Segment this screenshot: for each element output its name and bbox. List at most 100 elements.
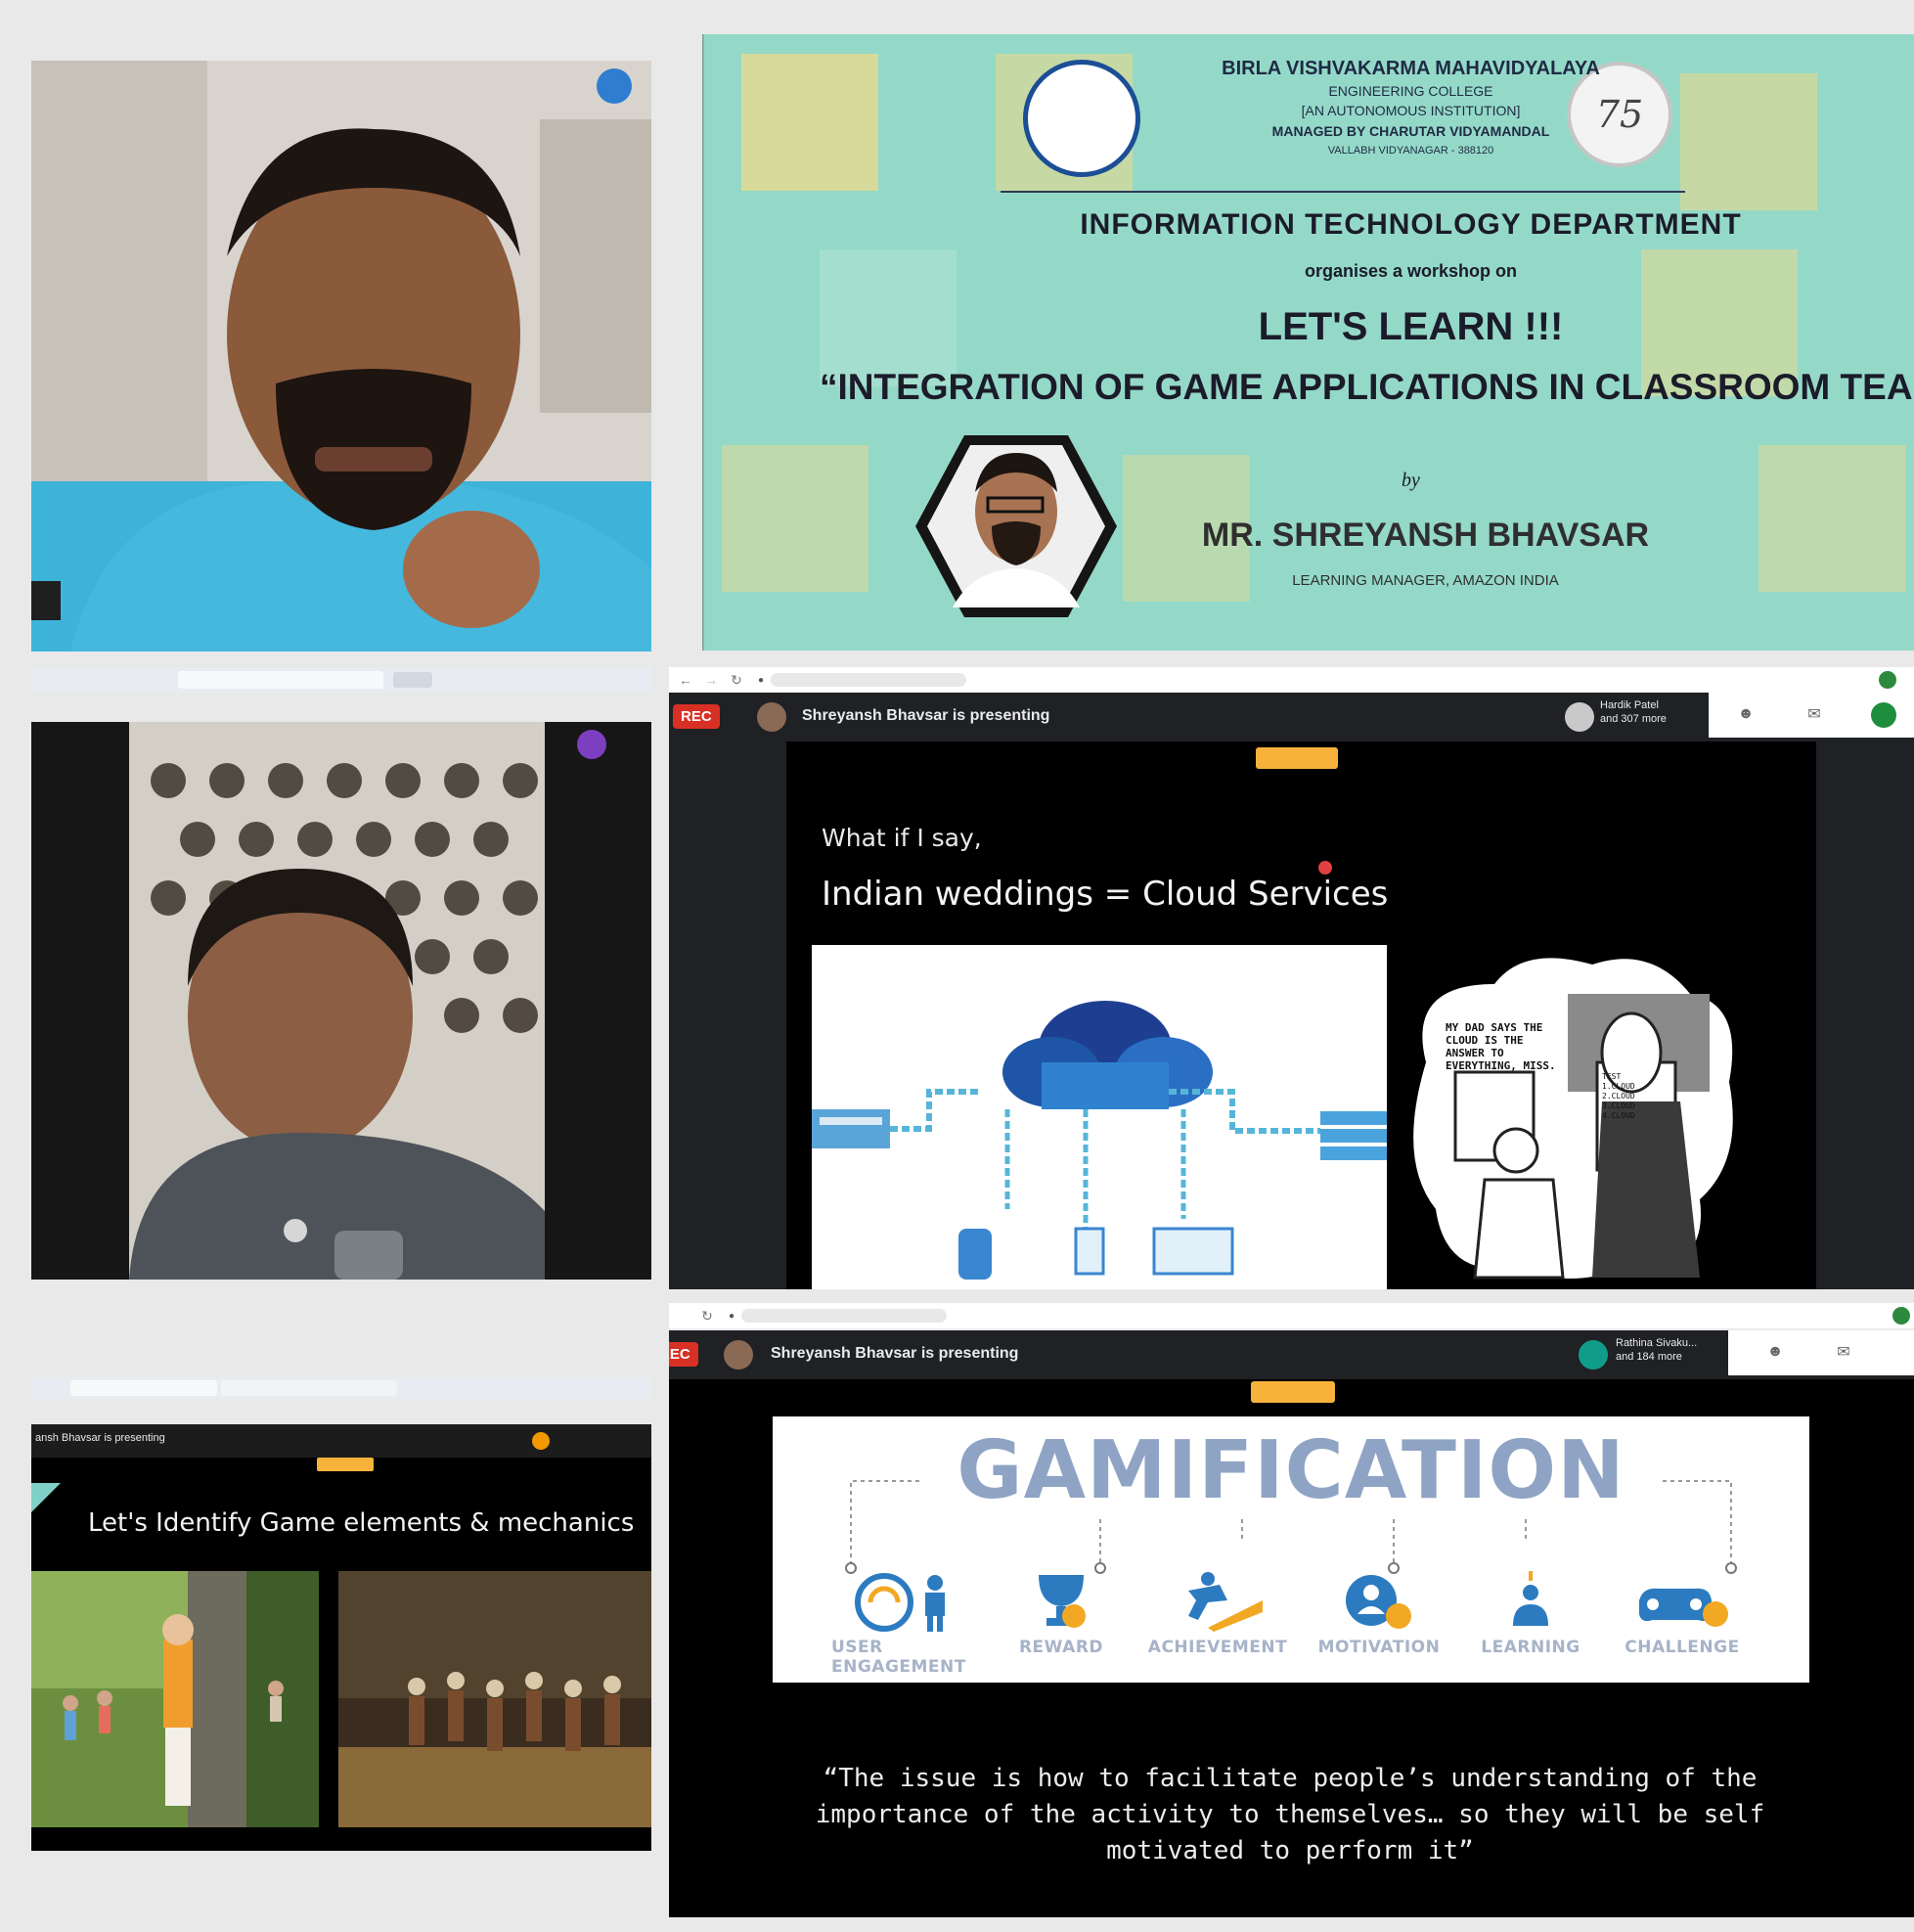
game-elements-title: Let's Identify Game elements & mechanics (88, 1508, 635, 1538)
presenting-label-small: ansh Bhavsar is presenting (35, 1432, 165, 1444)
video-frame-person-1 (31, 61, 651, 651)
participant-avatar (1579, 1340, 1608, 1370)
profile-avatar[interactable] (1879, 671, 1896, 689)
lets-learn-heading: LET'S LEARN !!! (1258, 305, 1564, 348)
learning-icon (1513, 1571, 1548, 1626)
slide-line-2: Indian weddings = Cloud Services (822, 875, 1389, 914)
gamification-quote: “The issue is how to facilitate people’s… (815, 1764, 1765, 1865)
cartoon-speech-text: MY DAD SAYS THE CLOUD IS THE ANSWER TO E… (1446, 1021, 1556, 1072)
presenting-label: Shreyansh Bhavsar is presenting (771, 1345, 1019, 1362)
browser-url-bar-mid-right[interactable]: ← → ↻ ● (669, 667, 1914, 693)
speaker-role: LEARNING MANAGER, AMAZON INDIA (1292, 572, 1559, 589)
item-label: ACHIEVEMENT (1147, 1638, 1288, 1657)
presenting-label: Shreyansh Bhavsar is presenting (802, 707, 1050, 724)
participant-initial-badge (597, 68, 632, 104)
hide-and-seek-photo (31, 1571, 319, 1827)
presenter-avatar (724, 1340, 753, 1370)
workshop-title: “INTEGRATION OF GAME APPLICATIONS IN CLA… (820, 367, 1914, 407)
forward-icon[interactable]: → (702, 671, 720, 689)
organises-text: organises a workshop on (1304, 261, 1518, 281)
reward-icon (1039, 1575, 1086, 1628)
recording-label: REC (669, 1346, 690, 1363)
participant-avatar (1565, 702, 1594, 732)
item-label: MOTIVATION (1317, 1638, 1441, 1657)
gamification-slide: GAMIFICATION USER ENGAGEMENT REWARD ACHI… (773, 1416, 1809, 1683)
tab-add-button[interactable] (393, 672, 432, 688)
challenge-icon (1639, 1588, 1728, 1627)
autonomous-text: [AN AUTONOMOUS INSTITUTION] (1301, 103, 1521, 118)
managed-by-text: MANAGED BY CHARUTAR VIDYAMANDAL (1271, 123, 1550, 139)
lock-icon: ● (757, 674, 765, 686)
profile-avatar[interactable] (1892, 1307, 1910, 1325)
achievement-item: ACHIEVEMENT (1144, 1571, 1291, 1677)
meet-window-mid: REC Shreyansh Bhavsar is presenting Hard… (669, 693, 1914, 1289)
tab-strip[interactable] (178, 671, 383, 689)
slide-line-1: What if I say, (822, 824, 982, 852)
recording-badge: REC (669, 1342, 698, 1367)
slide-accent-shape (31, 1483, 61, 1512)
participant-avatar-small (532, 1432, 550, 1450)
dancing-group-photo (338, 1571, 651, 1827)
meet-top-bar: REC Shreyansh Bhavsar is presenting Hard… (669, 693, 1914, 741)
meet-toolbar: ☻ ✉ (1728, 1330, 1914, 1375)
laser-pointer-dot (1318, 861, 1332, 875)
user-engagement-item: USER ENGAGEMENT (831, 1571, 978, 1677)
gamification-items: USER ENGAGEMENT REWARD ACHIEVEMENT MOTIV… (831, 1571, 1751, 1677)
participants-count: Rathina Sivaku... and 184 more (1616, 1337, 1698, 1363)
department-heading: INFORMATION TECHNOLOGY DEPARTMENT (1080, 208, 1742, 241)
motivation-item: MOTIVATION (1311, 1571, 1447, 1677)
location-text: VALLABH VIDYANAGAR - 388120 (1327, 145, 1494, 157)
participant-avatar-badge (577, 730, 606, 759)
speaker-name: MR. SHREYANSH BHAVSAR (1201, 517, 1650, 554)
workshop-poster: 75 BIRLA VISHVAKARMA MAHAVIDYALAYA ENGIN… (702, 34, 1914, 651)
meet-window-bottom-left: ansh Bhavsar is presenting Let's Identif… (31, 1424, 651, 1851)
lock-icon: ● (728, 1310, 735, 1322)
meet-top-bar: REC Shreyansh Bhavsar is presenting Rath… (669, 1330, 1914, 1379)
challenge-item: CHALLENGE (1614, 1571, 1751, 1677)
tab-strip-small[interactable] (70, 1380, 217, 1396)
people-icon[interactable]: ☻ (1763, 1342, 1787, 1362)
cloud-network-graphic (812, 1001, 1387, 1280)
presenter-controls[interactable] (1256, 747, 1338, 769)
item-label: REWARD (1018, 1638, 1104, 1657)
browser-url-bar-mid-left[interactable] (31, 667, 651, 693)
reload-icon[interactable]: ↻ (698, 1307, 716, 1325)
video-tile-mid-left (31, 722, 651, 1280)
participants-count: Hardik Patel and 307 more (1600, 699, 1667, 725)
recording-label: REC (681, 708, 712, 725)
address-field[interactable] (771, 673, 966, 687)
meet-toolbar: ☻ ✉ (1709, 693, 1914, 738)
self-avatar[interactable] (1871, 702, 1896, 728)
video-frame-person-2 (31, 722, 651, 1280)
people-icon[interactable]: ☻ (1734, 704, 1758, 724)
cartoon-thought-cloud (1413, 958, 1733, 1280)
item-label: LEARNING (1481, 1638, 1580, 1657)
video-tile-top-left (31, 61, 651, 651)
chat-icon[interactable]: ✉ (1832, 1342, 1855, 1362)
by-text: by (1402, 470, 1420, 491)
chat-icon[interactable]: ✉ (1803, 704, 1826, 724)
tab-strip-small-2[interactable] (221, 1380, 397, 1396)
user-engagement-icon (855, 1573, 945, 1632)
reload-icon[interactable]: ↻ (728, 671, 745, 689)
poster-divider (1001, 191, 1685, 193)
achievement-icon (1188, 1572, 1263, 1632)
browser-url-bar-bottom-left[interactable] (31, 1377, 651, 1399)
back-icon[interactable]: ← (677, 671, 694, 689)
address-field[interactable] (741, 1309, 947, 1323)
meet-top-bar-small: ansh Bhavsar is presenting (31, 1424, 651, 1458)
presenter-controls-small[interactable] (317, 1458, 374, 1471)
cloud-diagram (812, 945, 1387, 1289)
reward-item: REWARD (998, 1571, 1125, 1677)
item-label: CHALLENGE (1625, 1638, 1740, 1657)
browser-url-bar-bottom-right[interactable]: ↻ ● (669, 1303, 1914, 1328)
college-name: ENGINEERING COLLEGE (1328, 83, 1493, 99)
slide-canvas: What if I say, Indian weddings = Cloud S… (786, 741, 1816, 1289)
presenter-controls[interactable] (1251, 1381, 1335, 1403)
mic-indicator (31, 581, 61, 620)
meet-window-bottom-right: REC Shreyansh Bhavsar is presenting Rath… (669, 1330, 1914, 1917)
presenter-avatar (757, 702, 786, 732)
learning-item: LEARNING (1467, 1571, 1594, 1677)
motivation-icon (1346, 1575, 1411, 1629)
cartoon-test-sign: TEST 1.CLOUD 2.CLOUD 3.CLOUD 4.CLOUD (1602, 1072, 1635, 1120)
